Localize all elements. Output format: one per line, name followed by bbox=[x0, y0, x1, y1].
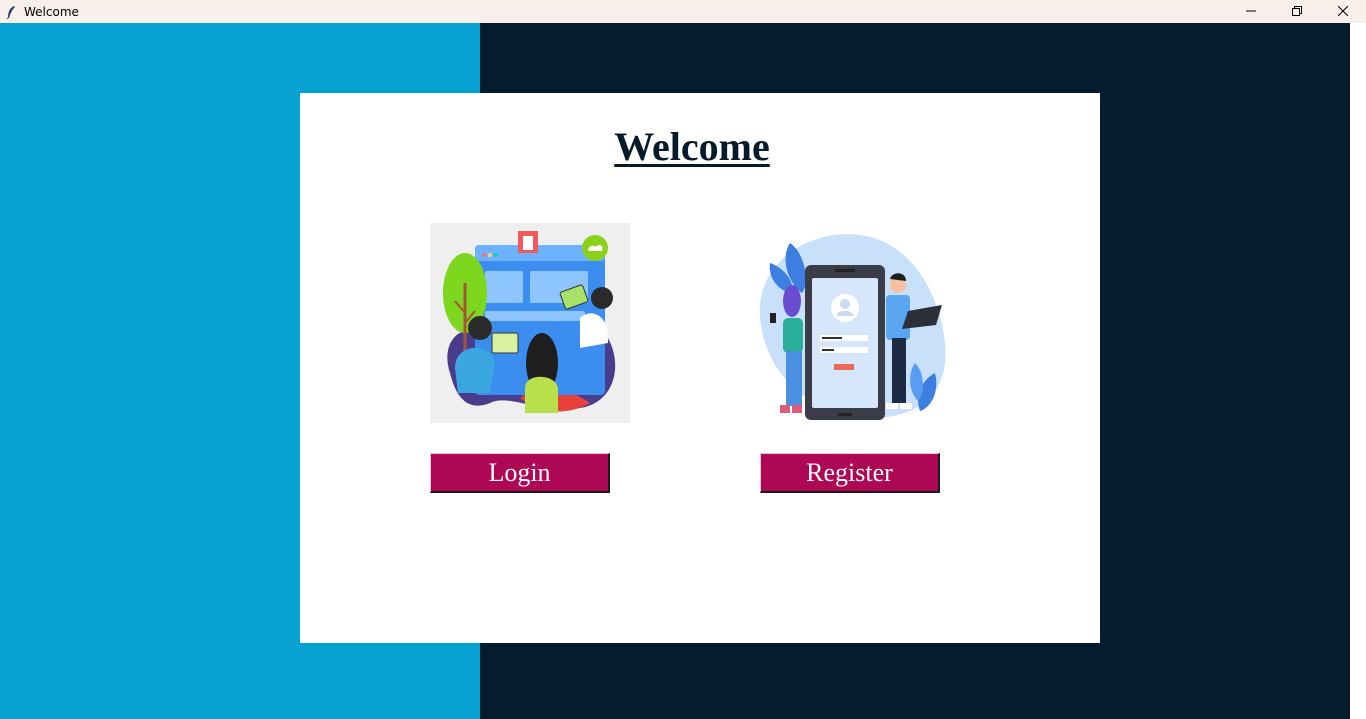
login-button[interactable]: Login bbox=[430, 453, 610, 493]
window-title: Welcome bbox=[24, 4, 79, 19]
page-title: Welcome bbox=[614, 124, 770, 169]
window-titlebar: Welcome bbox=[0, 0, 1366, 23]
register-button[interactable]: Register bbox=[760, 453, 940, 493]
close-button[interactable] bbox=[1320, 0, 1366, 23]
mobile-signup-illustration bbox=[750, 223, 950, 423]
feather-icon bbox=[5, 5, 17, 19]
window-controls bbox=[1228, 0, 1366, 23]
restore-button[interactable] bbox=[1274, 0, 1320, 23]
minimize-button[interactable] bbox=[1228, 0, 1274, 23]
close-icon bbox=[1337, 5, 1349, 19]
restore-icon bbox=[1292, 5, 1302, 19]
window-edge bbox=[1350, 23, 1366, 719]
welcome-panel: Welcome Login Register bbox=[300, 93, 1100, 643]
team-working-illustration bbox=[430, 223, 630, 423]
minimize-icon bbox=[1246, 5, 1256, 19]
